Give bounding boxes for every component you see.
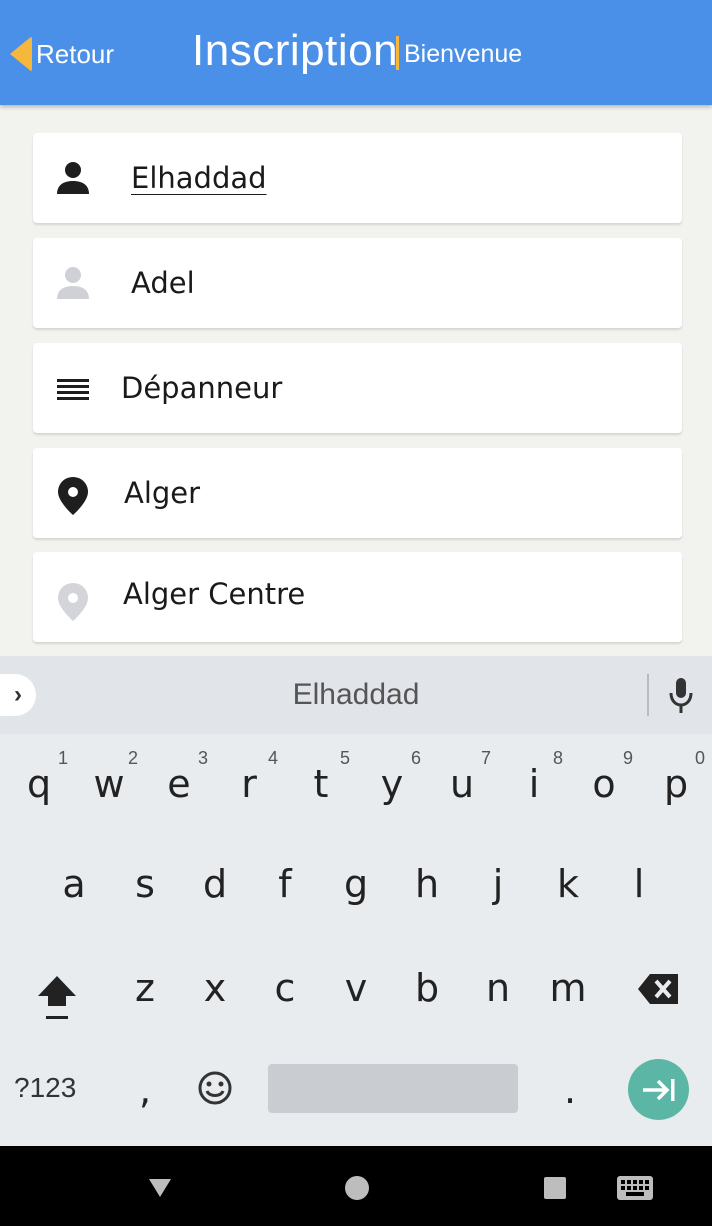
person-icon	[57, 162, 89, 194]
key-b[interactable]: b	[397, 966, 457, 1010]
next-arrow-icon	[642, 1078, 674, 1101]
key-hint-8: 8	[552, 748, 563, 768]
key-c[interactable]: c	[255, 966, 315, 1010]
key-s[interactable]: s	[115, 862, 175, 906]
key-z[interactable]: z	[115, 966, 175, 1010]
key-h[interactable]: h	[397, 862, 457, 906]
app-header: Retour Inscription Bienvenue	[0, 0, 712, 105]
back-label: Retour	[36, 38, 115, 69]
key-hint-2: 2	[127, 748, 138, 768]
last-name-field[interactable]: Elhaddad	[33, 133, 682, 223]
emoji-icon[interactable]	[196, 1069, 234, 1107]
key-d[interactable]: d	[185, 862, 245, 906]
space-bar[interactable]	[268, 1064, 518, 1113]
key-hint-4: 4	[267, 748, 278, 768]
key-hint-9: 9	[622, 748, 633, 768]
key-g[interactable]: g	[326, 862, 386, 906]
home-circle-icon[interactable]	[344, 1175, 370, 1201]
title-divider	[396, 36, 399, 70]
back-arrow-icon	[10, 36, 32, 72]
location-pin-icon	[58, 477, 88, 515]
page-title: Inscription	[192, 26, 399, 75]
period-key[interactable]: .	[540, 1068, 600, 1112]
key-hint-3: 3	[197, 748, 208, 768]
key-n[interactable]: n	[468, 966, 528, 1010]
key-hint-0: 0	[694, 748, 705, 768]
page-subtitle: Bienvenue	[404, 40, 523, 68]
recents-square-icon[interactable]	[544, 1177, 566, 1199]
screen: Retour Inscription Bienvenue Elhaddad Ad…	[0, 0, 712, 1226]
last-name-value: Elhaddad	[131, 161, 267, 195]
key-hint-7: 7	[480, 748, 491, 768]
shift-icon[interactable]	[34, 970, 80, 1022]
back-triangle-icon[interactable]	[148, 1178, 172, 1198]
key-m[interactable]: m	[538, 966, 598, 1010]
suggestion-word[interactable]: Elhaddad	[0, 678, 712, 712]
symbols-key[interactable]: ?123	[14, 1072, 76, 1104]
key-f[interactable]: f	[255, 862, 315, 906]
key-a[interactable]: a	[44, 862, 104, 906]
system-nav-bar	[0, 1146, 712, 1226]
microphone-icon[interactable]	[666, 676, 696, 716]
keyboard-switch-icon[interactable]	[617, 1176, 653, 1200]
profession-value: Dépanneur	[121, 371, 283, 405]
enter-button[interactable]	[628, 1059, 689, 1120]
key-l[interactable]: l	[609, 862, 669, 906]
key-hint-5: 5	[339, 748, 350, 768]
district-value: Alger Centre	[123, 577, 306, 611]
key-hint-1: 1	[57, 748, 68, 768]
city-value: Alger	[124, 476, 201, 510]
first-name-field[interactable]: Adel	[33, 238, 682, 328]
list-icon	[57, 379, 89, 400]
location-pin-outline-icon	[58, 583, 88, 621]
person-outline-icon	[57, 267, 89, 299]
key-v[interactable]: v	[326, 966, 386, 1010]
key-j[interactable]: j	[468, 862, 528, 906]
back-button[interactable]: Retour	[10, 34, 114, 74]
first-name-value: Adel	[131, 266, 195, 300]
comma-key[interactable]: ,	[115, 1068, 175, 1112]
city-field[interactable]: Alger	[33, 448, 682, 538]
backspace-icon[interactable]	[636, 970, 682, 1008]
suggestion-divider	[647, 674, 649, 716]
key-x[interactable]: x	[185, 966, 245, 1010]
key-hint-6: 6	[410, 748, 421, 768]
profession-field[interactable]: Dépanneur	[33, 343, 682, 433]
district-field[interactable]: Alger Centre	[33, 552, 682, 642]
key-k[interactable]: k	[538, 862, 598, 906]
